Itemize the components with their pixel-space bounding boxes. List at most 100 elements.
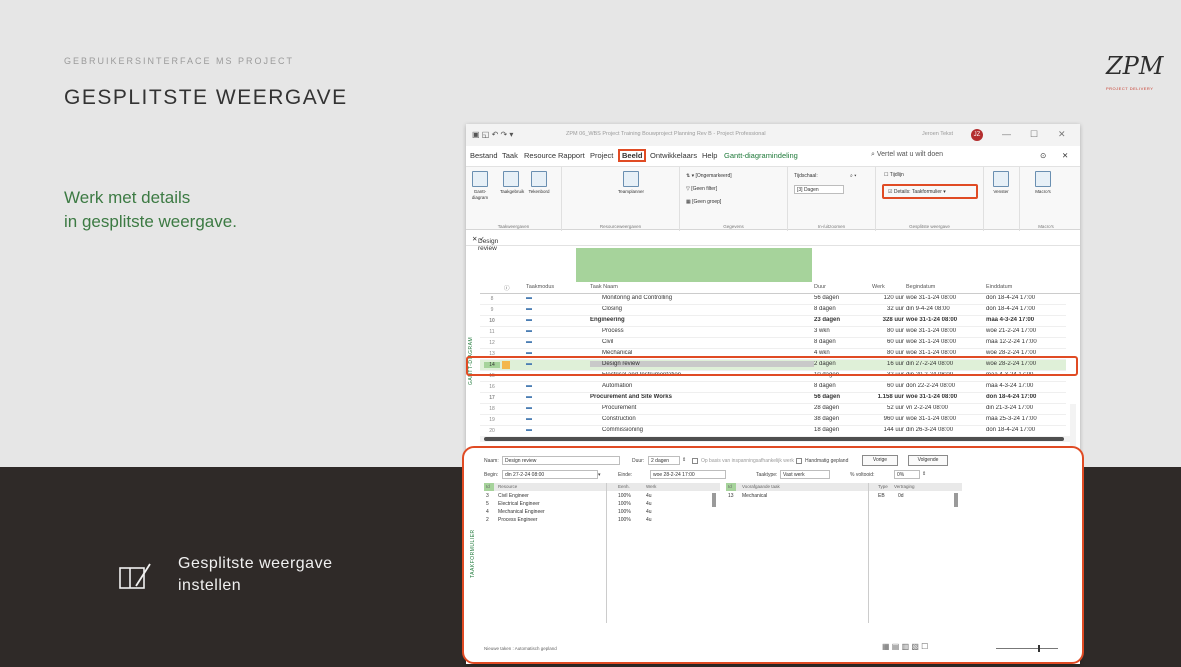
- macro-icon: [1035, 171, 1051, 187]
- tab-taak[interactable]: Taak: [502, 151, 518, 160]
- task-row[interactable]: 17 ▬ Procurement and Site Works 56 dagen 1.1…: [480, 393, 1066, 404]
- tab-ontwikkelaars[interactable]: Ontwikkelaars: [650, 151, 697, 160]
- tekenbord-button[interactable]: Tekenbord: [528, 171, 550, 195]
- view-shortcut-icons[interactable]: ▦ ▤ ▥ ▧ ☐: [882, 642, 928, 651]
- teamplanner-button[interactable]: Teamplanner: [616, 171, 646, 195]
- naam-input[interactable]: Design review: [502, 456, 620, 465]
- minimize-icon[interactable]: —: [1002, 129, 1011, 139]
- group-dropdown[interactable]: ▦ [Geen groep]: [686, 199, 721, 205]
- gantt-icon: [472, 171, 488, 187]
- zoom-icon[interactable]: ⌕ ▾: [850, 173, 856, 179]
- task-row[interactable]: 12 ▬ Civil 8 dagen 60 uur woe 31-1-24 08:00 ma…: [480, 338, 1066, 349]
- resource-row[interactable]: 2 Process Engineer 100% 4u: [484, 517, 714, 524]
- task-end: don 18-4-24 17:00: [986, 427, 1036, 433]
- task-work: 60 uur: [886, 339, 904, 345]
- zoom-slider-knob[interactable]: [1038, 645, 1040, 652]
- effort-label: Op basis van inspanningsafhankelijk werk: [701, 458, 794, 464]
- task-mode-icon: ▬: [526, 394, 532, 400]
- resource-scroll-thumb[interactable]: [712, 493, 716, 507]
- quick-access-toolbar[interactable]: ▣ ◱ ↶ ↷ ▾: [472, 130, 513, 139]
- res-col-units: Eenh.: [618, 484, 630, 489]
- header-einddatum[interactable]: Einddatum: [986, 284, 1012, 290]
- voltooid-input[interactable]: 0%: [894, 470, 920, 479]
- group-value: [Geen groep]: [692, 199, 722, 205]
- venster-label: Venster: [993, 189, 1009, 194]
- task-start: woe 31-1-24 08:00: [906, 416, 957, 422]
- task-name: Monitoring and Controlling: [602, 295, 673, 301]
- venster-button[interactable]: Venster: [990, 171, 1012, 195]
- header-begindatum[interactable]: Begindatum: [906, 284, 935, 290]
- res-col-work: Werk: [646, 484, 657, 489]
- tijdlijn-checkbox[interactable]: ☐ Tijdlijn: [884, 172, 904, 178]
- horizontal-scrollbar[interactable]: [480, 436, 1070, 442]
- begin-dropdown-icon[interactable]: ▾: [598, 472, 601, 478]
- horizontal-scroll-thumb[interactable]: [484, 437, 1064, 441]
- tab-beeld[interactable]: Beeld: [618, 149, 647, 162]
- effort-checkbox[interactable]: [692, 458, 698, 464]
- macros-button[interactable]: Macro's: [1032, 171, 1054, 195]
- task-row[interactable]: 18 ▬ Procurement 28 dagen 52 uur vri 2-2-24 0…: [480, 404, 1066, 415]
- sort-dropdown[interactable]: ⇅ ▾ [Ongemarkeerd]: [686, 173, 732, 179]
- resource-row[interactable]: 4 Mechanical Engineer 100% 4u: [484, 509, 714, 516]
- task-row[interactable]: 8 ▬ Monitoring and Controlling 56 dagen 120 …: [480, 294, 1066, 305]
- close-ribbon-icon[interactable]: ✕: [1062, 151, 1068, 160]
- entry-bar[interactable]: ✕ ✓ Design review: [466, 232, 1080, 252]
- header-taakmodus[interactable]: Taakmodus: [526, 284, 554, 290]
- help-icon[interactable]: ⊙: [1040, 151, 1046, 160]
- vorige-button[interactable]: Vorige: [862, 455, 898, 466]
- user-avatar[interactable]: JZ: [971, 129, 983, 141]
- voltooid-stepper[interactable]: ⇕: [922, 471, 926, 477]
- task-row[interactable]: 16 ▬ Automation 8 dagen 60 uur don 22-2-24 08…: [480, 382, 1066, 393]
- group-resourceweergaven: Teamplanner Resourceweergaven: [562, 167, 680, 231]
- task-duration: 3 wkn: [814, 328, 830, 334]
- task-form-pane: TAAKFORMULIER Naam: Design review Duur: …: [462, 446, 1084, 664]
- taaktype-select[interactable]: Vast werk: [780, 470, 830, 479]
- predecessor-row[interactable]: 13 Mechanical EB 0d: [726, 493, 956, 500]
- details-highlight: ☑ Details: Taakformulier ▾: [882, 184, 978, 199]
- task-row[interactable]: 19 ▬ Construction 38 dagen 960 uur woe 31-1-2…: [480, 415, 1066, 426]
- resource-row[interactable]: 5 Electrical Engineer 100% 4u: [484, 501, 714, 508]
- header-werk[interactable]: Werk: [872, 284, 885, 290]
- timescale-select[interactable]: [3] Dagen: [794, 185, 844, 194]
- task-end: don 18-4-24 17:00: [986, 306, 1036, 312]
- header-taaknaam[interactable]: Taak Naam: [590, 284, 618, 290]
- zoom-slider[interactable]: [996, 645, 1058, 652]
- group-gegevens: ⇅ ▾ [Ongemarkeerd] ▽ [Geen filter] ▦ [Ge…: [680, 167, 788, 231]
- taakgebruik-button[interactable]: Taakgebruik: [500, 171, 524, 195]
- tab-bestand[interactable]: Bestand: [470, 151, 498, 160]
- group-zoom: Tijdschaal: [3] Dagen ⌕ ▾ In-/uitzoomen: [788, 167, 876, 231]
- header-duur[interactable]: Duur: [814, 284, 826, 290]
- duur-stepper[interactable]: ⇕: [682, 457, 686, 463]
- filter-dropdown[interactable]: ▽ [Geen filter]: [686, 186, 717, 192]
- begin-label: Begin:: [484, 472, 499, 478]
- tab-project[interactable]: Project: [590, 151, 613, 160]
- task-mode-icon: ▬: [526, 317, 532, 323]
- task-row[interactable]: 10 ▬ Engineering 23 dagen 328 uur woe 31-1-24…: [480, 316, 1066, 327]
- einde-input[interactable]: woe 28-2-24 17:00: [650, 470, 726, 479]
- info-column-icon[interactable]: ⓘ: [504, 284, 510, 292]
- cell-name: Mechanical Engineer: [498, 509, 545, 515]
- group-label: Gesplitste weergave: [909, 224, 950, 229]
- manual-checkbox[interactable]: [796, 458, 802, 464]
- gantt-diagram-button[interactable]: Gantt-diagram: [469, 171, 491, 201]
- task-name: Commissioning: [602, 427, 644, 433]
- tab-help[interactable]: Help: [702, 151, 717, 160]
- details-checkbox[interactable]: ☑ Details: Taakformulier ▾: [888, 189, 946, 195]
- resource-row[interactable]: 3 Civil Engineer 100% 4u: [484, 493, 714, 500]
- task-work: 120 uur: [883, 295, 904, 301]
- begin-input[interactable]: din 27-2-24 08:00: [502, 470, 598, 479]
- task-end: woe 21-2-24 17:00: [986, 328, 1037, 334]
- tell-me-search[interactable]: ⌕ Vertel wat u wilt doen: [871, 151, 943, 159]
- close-icon[interactable]: ✕: [1058, 129, 1066, 140]
- tab-gantt-diagramindeling[interactable]: Gantt-diagramindeling: [724, 151, 798, 160]
- tab-resource[interactable]: Resource: [524, 151, 556, 160]
- tab-rapport[interactable]: Rapport: [558, 151, 585, 160]
- duur-input[interactable]: 2 dagen: [648, 456, 680, 465]
- volgende-button[interactable]: Volgende: [908, 455, 948, 466]
- task-end: din 21-3-24 17:00: [986, 405, 1034, 411]
- task-row[interactable]: 11 ▬ Process 3 wkn 80 uur woe 31-1-24 08:00 wo…: [480, 327, 1066, 338]
- slide-title: GESPLITSTE WEERGAVE: [64, 86, 348, 109]
- predecessor-scroll-thumb[interactable]: [954, 493, 958, 507]
- task-row[interactable]: 9 ▬ Closing 8 dagen 32 uur din 9-4-24 08:00 do…: [480, 305, 1066, 316]
- maximize-icon[interactable]: ☐: [1030, 129, 1038, 140]
